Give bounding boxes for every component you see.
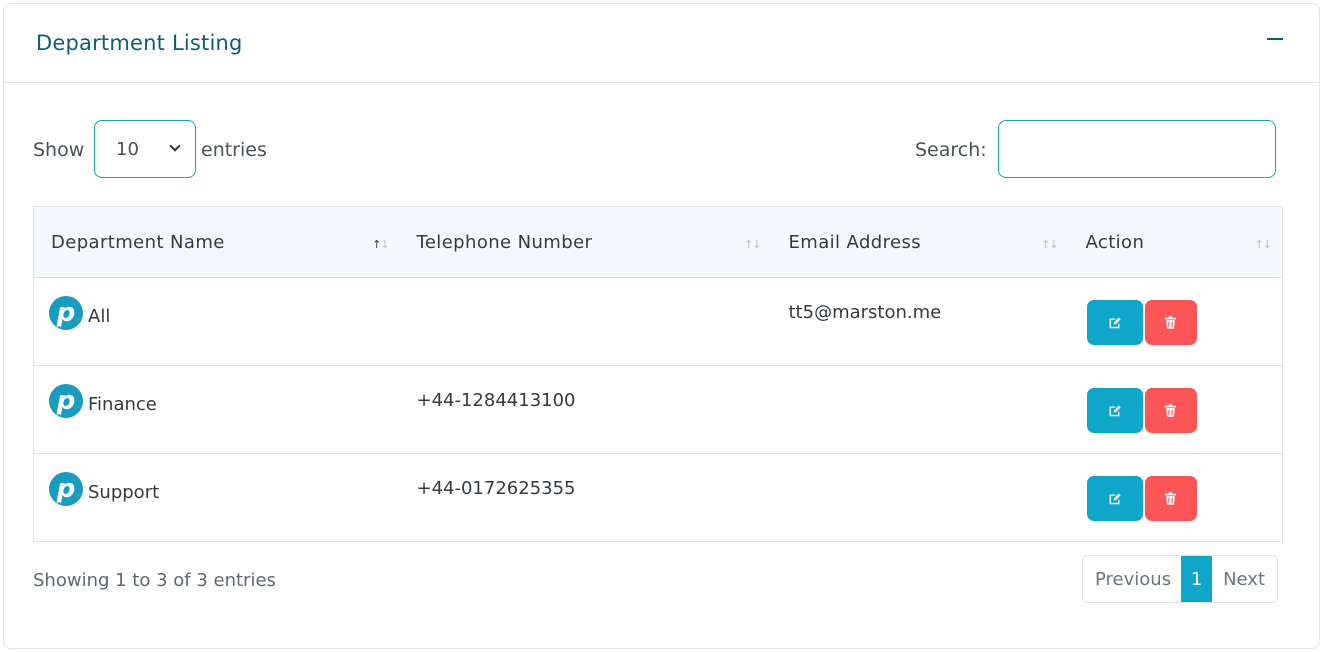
previous-page-button[interactable]: Previous [1083, 556, 1181, 602]
sort-icon: ↑↓ [372, 238, 389, 251]
department-logo-icon: p [49, 384, 83, 418]
column-header-email[interactable]: Email Address ↑↓ [771, 206, 1069, 278]
telephone-cell: +44-1284413100 [416, 390, 576, 411]
next-page-button[interactable]: Next [1212, 556, 1277, 602]
delete-button[interactable] [1144, 476, 1197, 521]
department-name: All [88, 305, 111, 327]
email-cell: tt5@marston.me [788, 302, 942, 323]
card-title: Department Listing [36, 31, 243, 55]
search-label: Search: [915, 139, 987, 161]
sort-icon: ↑↓ [744, 238, 761, 251]
sort-icon: ↑↓ [1254, 238, 1272, 251]
trash-icon [1165, 316, 1176, 329]
department-table: Department Name ↑↓ Telephone Number ↑↓ E… [33, 206, 1283, 542]
department-logo-icon: p [49, 472, 83, 506]
page-1-button[interactable]: 1 [1181, 556, 1213, 602]
department-name-cell: p Finance [34, 366, 400, 454]
table-row: p Finance +44-1284413100 [33, 366, 1283, 454]
table-info: Showing 1 to 3 of 3 entries [33, 570, 276, 591]
action-cell [1069, 366, 1283, 454]
trash-icon [1165, 404, 1176, 417]
trash-icon [1165, 492, 1176, 505]
department-name-cell: p All [34, 278, 400, 366]
minus-icon[interactable] [1267, 38, 1283, 40]
edit-icon [1109, 493, 1121, 505]
pagination: Previous 1 Next [1082, 555, 1279, 603]
telephone-cell [400, 278, 772, 366]
action-cell [1069, 454, 1283, 542]
page-length-select[interactable]: 10 [94, 120, 196, 178]
sort-icon: ↑↓ [1041, 238, 1058, 251]
action-cell [1069, 278, 1283, 366]
department-name: Finance [88, 393, 157, 415]
chevron-down-icon [169, 140, 181, 152]
table-row: p Support +44-0172625355 [34, 454, 1283, 542]
edit-button[interactable] [1086, 476, 1143, 521]
column-header-action[interactable]: Action ↑↓ [1068, 206, 1283, 278]
delete-button[interactable] [1144, 300, 1197, 345]
search-input[interactable] [998, 120, 1276, 178]
email-cell [772, 454, 1069, 542]
department-name-cell: p Support [34, 454, 400, 542]
table-row: p All tt5@marston.me [33, 278, 1283, 366]
column-header-telephone[interactable]: Telephone Number ↑↓ [399, 206, 772, 278]
delete-button[interactable] [1144, 388, 1197, 433]
department-name: Support [88, 481, 160, 503]
table-header-row: Department Name ↑↓ Telephone Number ↑↓ E… [33, 206, 1283, 278]
column-header-department-name[interactable]: Department Name ↑↓ [33, 206, 400, 278]
email-cell [772, 366, 1069, 454]
edit-icon [1109, 405, 1121, 417]
department-logo-icon: p [49, 296, 83, 330]
edit-button[interactable] [1086, 300, 1143, 345]
card-header: Department Listing [4, 4, 1319, 83]
telephone-cell: +44-0172625355 [416, 478, 576, 499]
edit-button[interactable] [1086, 388, 1143, 433]
show-label: Show [33, 139, 85, 161]
edit-icon [1109, 317, 1121, 329]
page-length-value: 10 [116, 139, 139, 160]
entries-label: entries [201, 139, 267, 161]
